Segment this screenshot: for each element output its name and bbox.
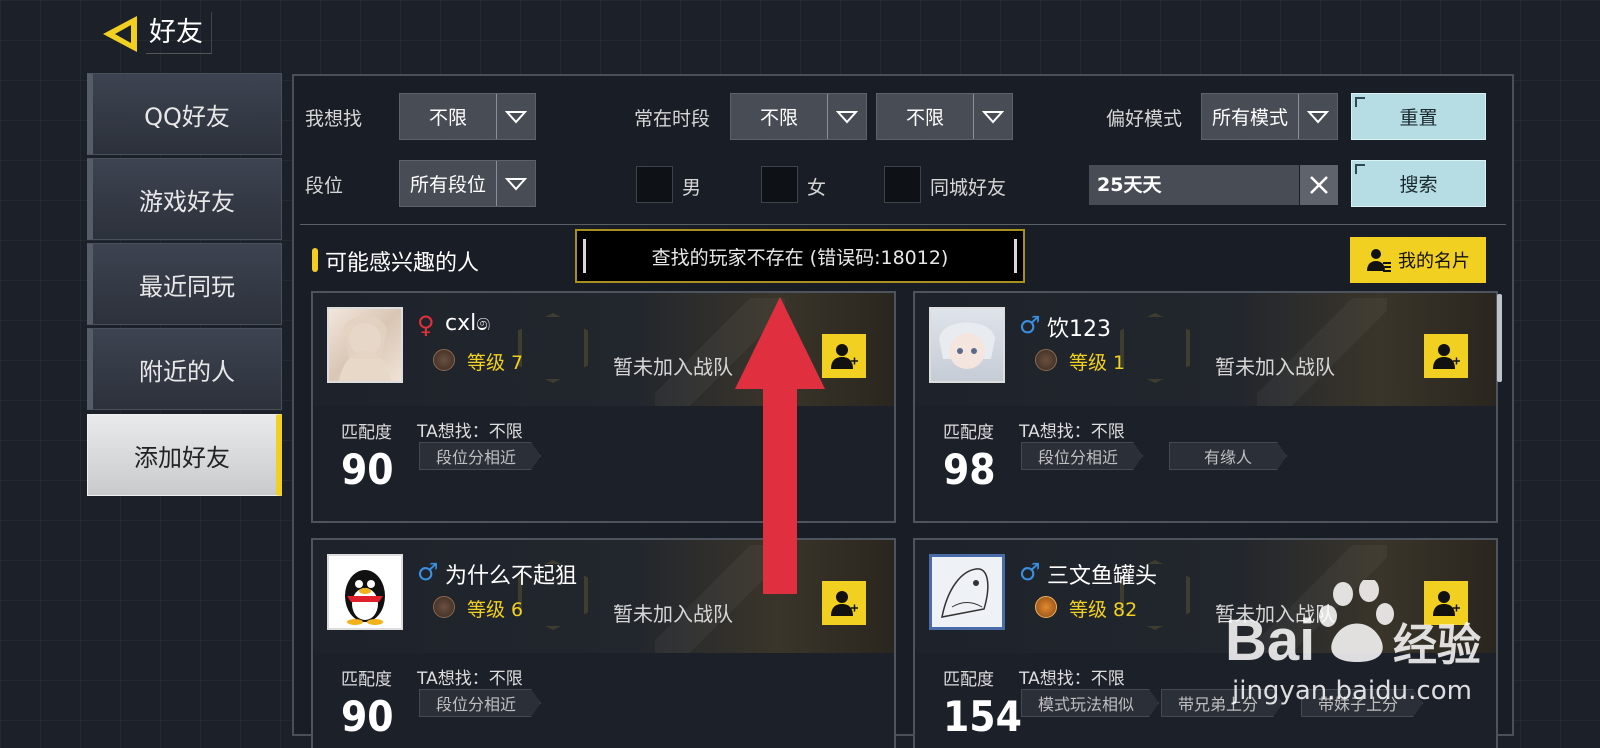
mode-dropdown[interactable]: 所有模式 (1201, 93, 1338, 140)
ta-looking-for: TA想找：不限 (1019, 422, 1125, 442)
player-tag: 段位分相近 (419, 689, 541, 717)
male-checkbox[interactable] (636, 166, 673, 203)
time-dropdown-2[interactable]: 不限 (876, 93, 1013, 140)
error-toast: 查找的玩家不存在 (错误码:18012) (575, 229, 1025, 283)
rank-dropdown[interactable]: 所有段位 (399, 160, 536, 207)
chevron-down-icon (1298, 94, 1337, 139)
male-icon: ♂ (1019, 558, 1041, 586)
player-name: cxl෧ (445, 311, 491, 336)
match-label: 匹配度 (341, 670, 392, 690)
match-score: 90 (341, 692, 394, 741)
player-level: 等级 6 (467, 599, 524, 621)
player-name: 饮123 (1047, 317, 1111, 342)
section-marker (312, 248, 318, 272)
match-score: 154 (943, 692, 1022, 741)
player-tag: 有缘人 (1169, 442, 1287, 470)
mode-label: 偏好模式 (1106, 108, 1183, 130)
time-label: 常在时段 (634, 108, 711, 130)
ta-looking-for: TA想找：不限 (417, 669, 523, 689)
add-friend-icon[interactable] (1424, 334, 1468, 378)
annotation-arrow-icon (735, 297, 825, 594)
avatar (929, 554, 1005, 630)
player-tag: 段位分相近 (1021, 442, 1143, 470)
avatar (327, 554, 403, 630)
time-dropdown-1-value: 不限 (759, 107, 798, 129)
add-friend-icon[interactable] (822, 334, 866, 378)
time-dropdown-2-value: 不限 (905, 107, 944, 129)
female-checkbox[interactable] (761, 166, 798, 203)
match-label: 匹配度 (943, 670, 994, 690)
female-label: 女 (807, 177, 827, 199)
avatar (327, 307, 403, 383)
chevron-down-icon (496, 161, 535, 206)
chevron-down-icon (496, 94, 535, 139)
player-level: 等级 1 (1069, 352, 1126, 374)
player-level: 等级 82 (1069, 599, 1138, 621)
search-input[interactable]: 25天天 (1089, 165, 1299, 205)
watermark-site: jingyan.baidu.com (1232, 676, 1472, 706)
avatar (929, 307, 1005, 383)
female-icon: ♀ (417, 311, 435, 339)
mode-dropdown-value: 所有模式 (1211, 107, 1288, 129)
my-card-button[interactable]: 我的名片 (1350, 237, 1486, 283)
match-label: 匹配度 (943, 423, 994, 443)
player-name: 三文鱼罐头 (1047, 564, 1158, 589)
sidebar-item-recent-played[interactable]: 最近同玩 (87, 243, 282, 325)
divider (300, 224, 1506, 225)
ta-looking-for: TA想找：不限 (1019, 669, 1125, 689)
svg-text:Bai: Bai (1225, 608, 1315, 673)
player-team: 暂未加入战队 (613, 355, 733, 379)
back-button[interactable] (101, 14, 139, 54)
same-city-checkbox[interactable] (884, 166, 921, 203)
my-card-label: 我的名片 (1398, 251, 1470, 272)
male-icon: ♂ (417, 558, 439, 586)
find-dropdown[interactable]: 不限 (399, 93, 536, 140)
male-icon: ♂ (1019, 311, 1041, 339)
chevron-down-icon (827, 94, 866, 139)
sidebar-item-qq-friends[interactable]: QQ好友 (87, 73, 282, 155)
match-score: 98 (943, 445, 996, 494)
section-title: 可能感兴趣的人 (325, 251, 480, 276)
player-tag: 段位分相近 (419, 442, 541, 470)
same-city-label: 同城好友 (930, 177, 1007, 199)
player-level: 等级 7 (467, 352, 524, 374)
sidebar-item-add-friend[interactable]: 添加好友 (87, 414, 282, 496)
rank-badge-icon (433, 349, 455, 371)
svg-text:经验: 经验 (1393, 621, 1481, 670)
rank-dropdown-value: 所有段位 (409, 174, 486, 196)
rank-badge-icon (1035, 596, 1057, 618)
player-tag: 模式玩法相似 (1021, 689, 1159, 717)
clear-icon[interactable] (1300, 165, 1338, 205)
player-team: 暂未加入战队 (613, 602, 733, 626)
player-name: 为什么不起狙 (445, 564, 578, 589)
find-dropdown-value: 不限 (428, 107, 467, 129)
sidebar-item-game-friends[interactable]: 游戏好友 (87, 158, 282, 240)
rank-badge-icon (1035, 349, 1057, 371)
chevron-down-icon (973, 94, 1012, 139)
match-label: 匹配度 (341, 423, 392, 443)
rank-badge-icon (433, 596, 455, 618)
match-score: 90 (341, 445, 394, 494)
find-label: 我想找 (305, 108, 363, 130)
male-label: 男 (682, 177, 702, 199)
rank-label: 段位 (305, 175, 344, 197)
player-team: 暂未加入战队 (1215, 355, 1335, 379)
search-button[interactable]: 搜索 (1351, 160, 1486, 207)
sidebar-item-nearby[interactable]: 附近的人 (87, 328, 282, 410)
player-card[interactable]: ♂ 饮123 等级 1 暂未加入战队 匹配度 98 TA想找：不限 段位分相近 … (913, 291, 1498, 523)
qq-penguin-icon (345, 570, 385, 625)
reset-button[interactable]: 重置 (1351, 93, 1486, 140)
time-dropdown-1[interactable]: 不限 (730, 93, 867, 140)
ta-looking-for: TA想找：不限 (417, 422, 523, 442)
page-title: 好友 (146, 12, 212, 54)
id-card-icon (1367, 249, 1391, 272)
scrollbar[interactable] (1497, 294, 1502, 382)
add-friend-icon[interactable] (822, 581, 866, 625)
